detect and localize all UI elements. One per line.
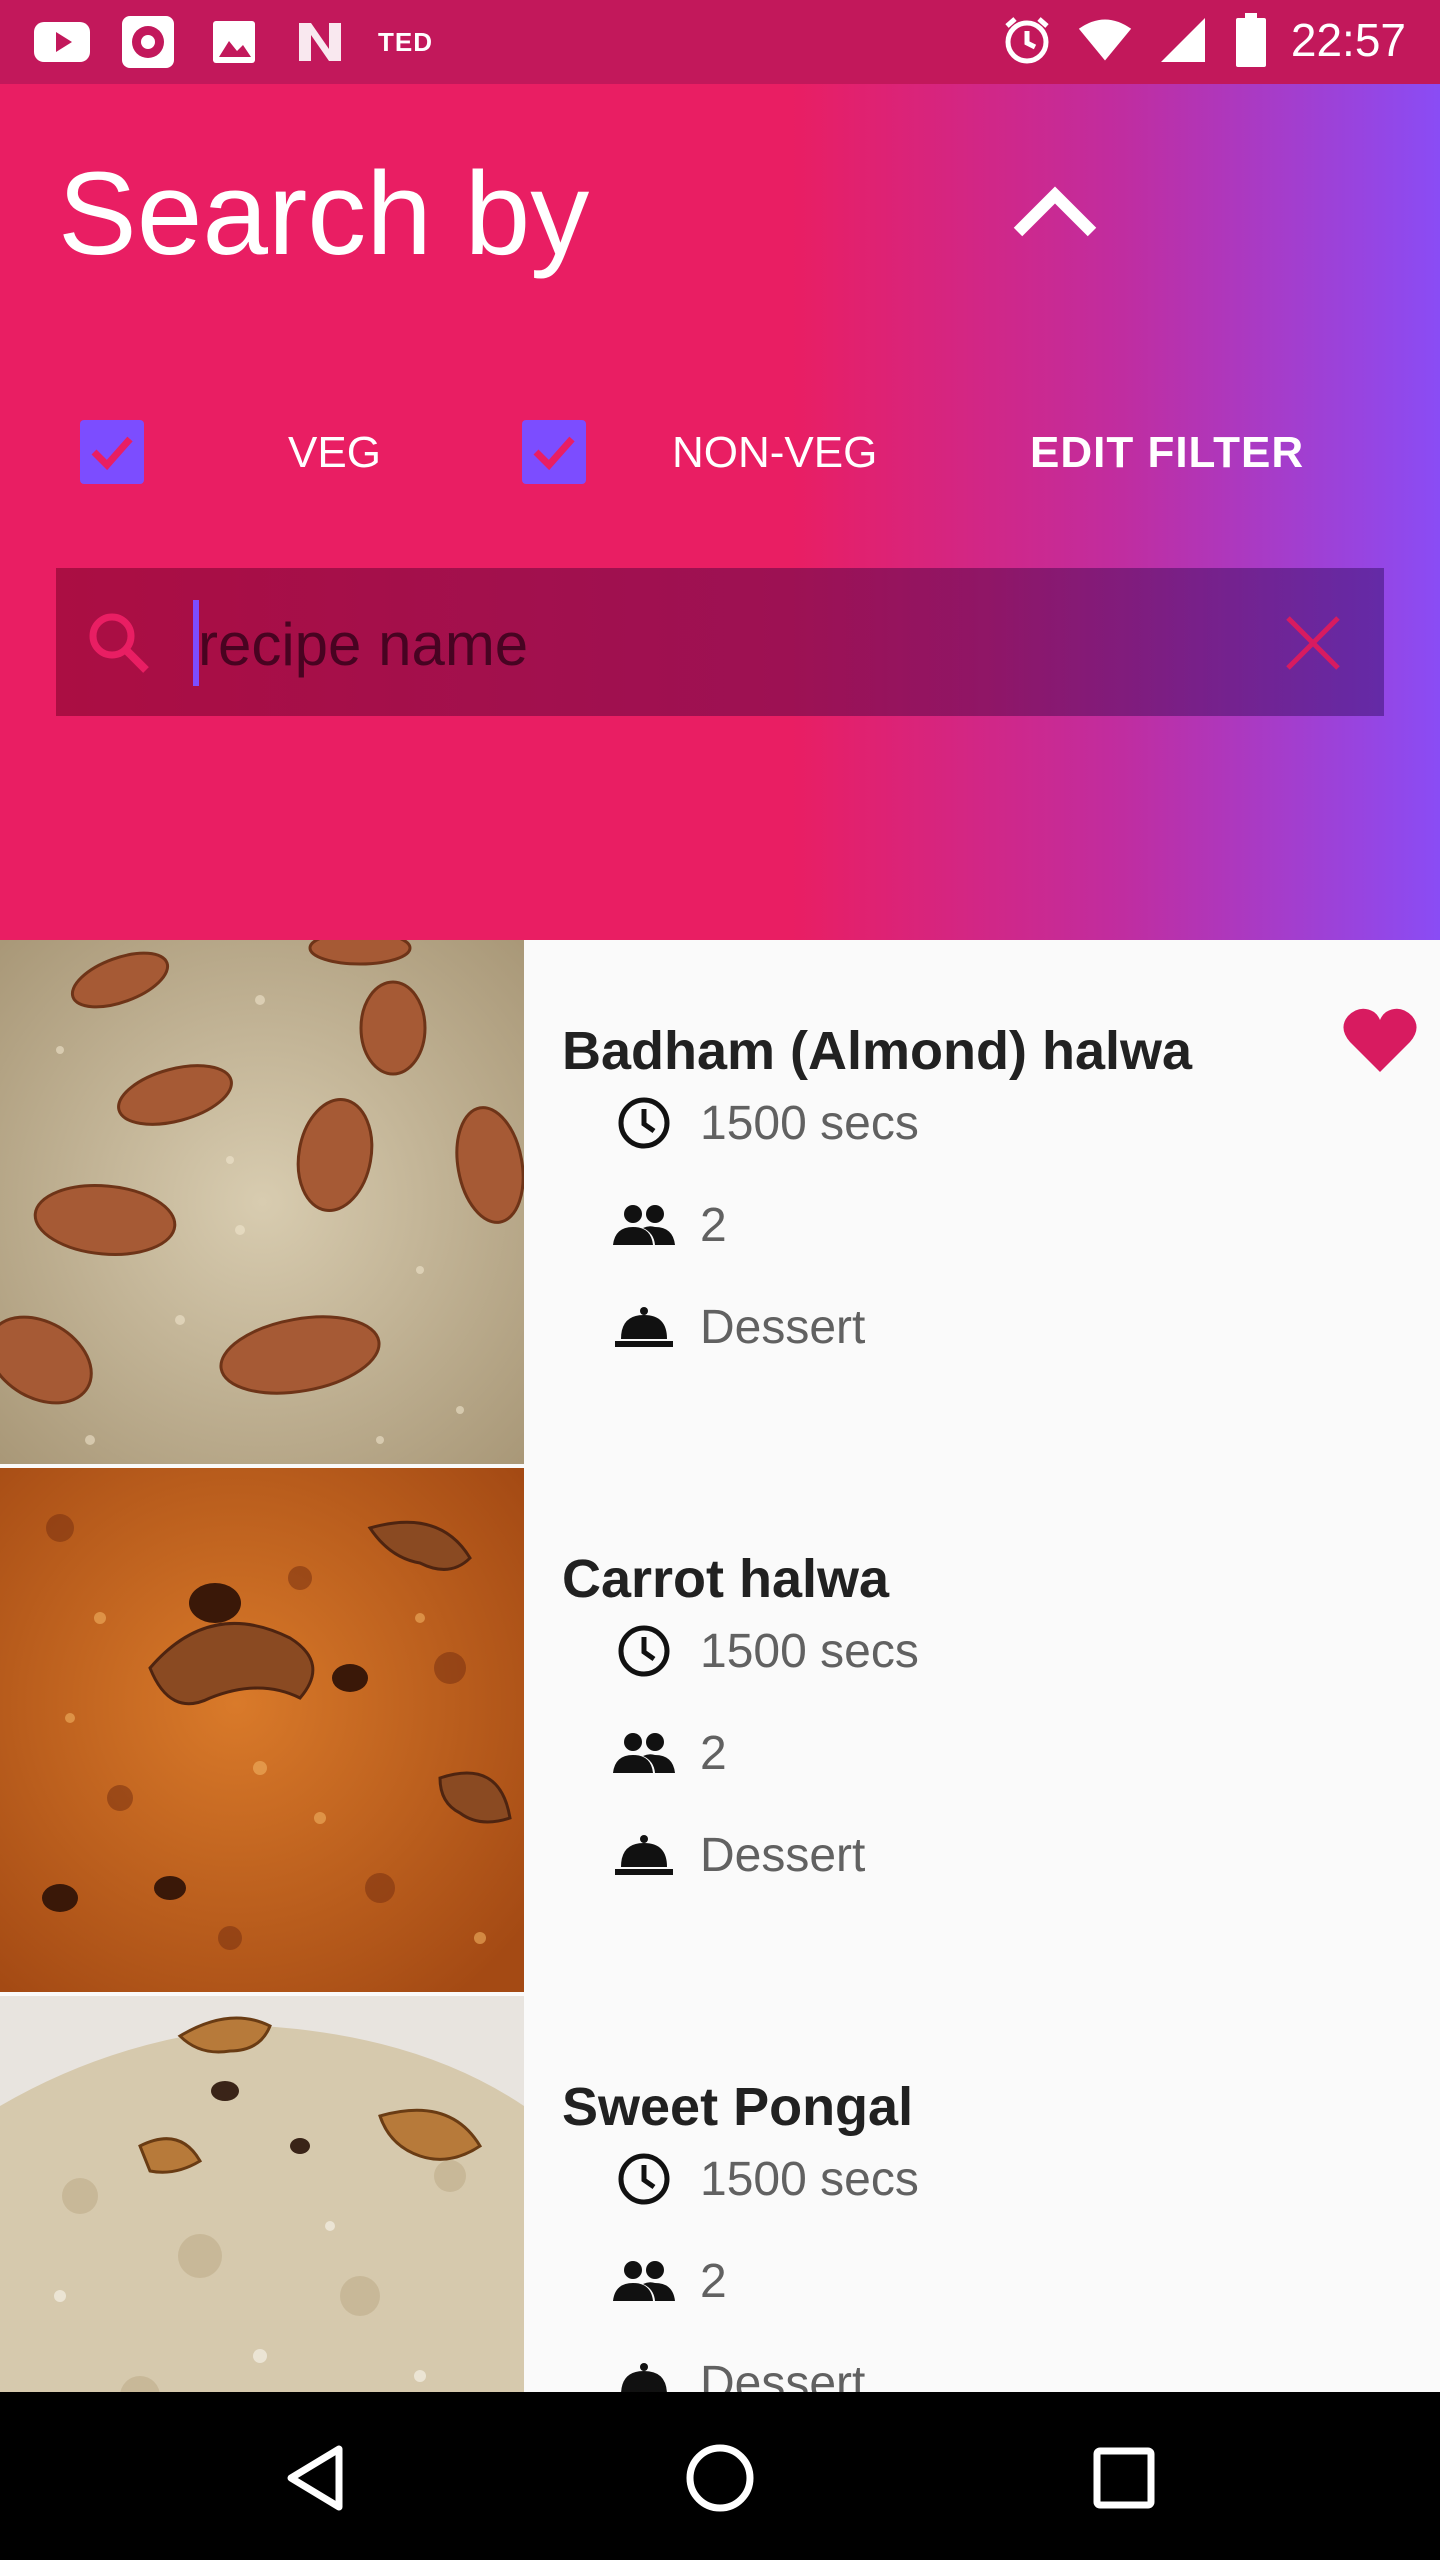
recents-square-icon [1093, 2447, 1155, 2509]
recipe-servings: 2 [612, 1718, 727, 1788]
check-icon [91, 436, 133, 471]
recipe-card[interactable]: Badham (Almond) halwa 1500 secs 2 Desser… [0, 940, 1440, 1468]
cloche-icon [612, 1823, 676, 1887]
navigation-bar [0, 2392, 1440, 2560]
favorite-heart-icon[interactable] [1340, 1000, 1420, 1080]
ted-label: TED [378, 26, 433, 57]
nonveg-checkbox[interactable] [522, 420, 586, 484]
recipe-servings: 2 [612, 1190, 727, 1260]
veg-checkbox[interactable] [80, 420, 144, 484]
chevron-up-icon [1013, 186, 1097, 237]
recipe-servings-text: 2 [700, 2254, 727, 2308]
recipe-card[interactable]: Sweet Pongal 1500 secs 2 Dessert [0, 1996, 1440, 2392]
recipe-servings-text: 2 [700, 1198, 727, 1252]
app-icon [120, 14, 176, 70]
recipe-servings: 2 [612, 2246, 727, 2316]
recipe-category-text: Dessert [700, 1300, 866, 1354]
back-triangle-icon [287, 2445, 343, 2511]
recipe-image-carrot-halwa [0, 1468, 524, 1992]
status-bar: TED 22:57 [0, 0, 1440, 84]
signal-icon [1155, 12, 1211, 68]
image-icon [206, 14, 262, 70]
recipe-category-text: Dessert [700, 1828, 866, 1882]
people-icon [612, 1721, 676, 1785]
people-icon [612, 1193, 676, 1257]
search-input[interactable] [196, 598, 1200, 690]
recipe-card[interactable]: Carrot halwa 1500 secs 2 Dessert [0, 1468, 1440, 1996]
clear-icon[interactable] [1278, 608, 1348, 678]
recipe-name: Badham (Almond) halwa [562, 1021, 1193, 1081]
recipe-time-text: 1500 secs [700, 1624, 919, 1678]
recipe-category: Dessert [612, 2348, 865, 2392]
clock-icon [612, 1091, 676, 1155]
recipe-time-text: 1500 secs [700, 1096, 919, 1150]
filter-row: VEG NON-VEG EDIT FILTER [0, 384, 1440, 514]
back-button[interactable] [266, 2428, 366, 2528]
recipe-image-almond-halwa [0, 940, 524, 1464]
recipe-name: Sweet Pongal [562, 2077, 914, 2137]
clock-icon [612, 2147, 676, 2211]
clock: 22:57 [1290, 14, 1406, 66]
search-bar [56, 568, 1384, 716]
edit-filter-button[interactable]: EDIT FILTER [1030, 428, 1304, 478]
home-circle-icon [686, 2444, 754, 2512]
youtube-icon [34, 14, 90, 70]
cloche-icon [612, 2351, 676, 2392]
recipe-time: 1500 secs [612, 2144, 919, 2214]
search-header: Search by VEG NON-VEG EDIT FILTER [0, 84, 1440, 940]
recipe-category: Dessert [612, 1820, 865, 1890]
recipe-category: Dessert [612, 1292, 865, 1362]
search-icon [89, 613, 149, 673]
recipe-list: Badham (Almond) halwa 1500 secs 2 Desser… [0, 940, 1440, 2392]
recipe-time-text: 1500 secs [700, 2152, 919, 2206]
check-icon [533, 436, 575, 471]
home-button[interactable] [670, 2428, 770, 2528]
cloche-icon [612, 1295, 676, 1359]
wifi-icon [1077, 12, 1133, 68]
clock-icon [612, 1619, 676, 1683]
nonveg-label[interactable]: NON-VEG [672, 428, 877, 478]
recipe-servings-text: 2 [700, 1726, 727, 1780]
people-icon [612, 2249, 676, 2313]
battery-icon [1233, 12, 1269, 68]
recipe-image-sweet-pongal [0, 1996, 524, 2392]
recipe-time: 1500 secs [612, 1616, 919, 1686]
recipe-category-text: Dessert [700, 2356, 866, 2393]
alarm-icon [999, 12, 1055, 68]
collapse-button[interactable] [1000, 160, 1110, 260]
recipe-name: Carrot halwa [562, 1549, 890, 1609]
recipe-time: 1500 secs [612, 1088, 919, 1158]
n-icon [292, 14, 348, 70]
recents-button[interactable] [1074, 2428, 1174, 2528]
veg-label[interactable]: VEG [288, 428, 381, 478]
page-title: Search by [58, 148, 590, 280]
